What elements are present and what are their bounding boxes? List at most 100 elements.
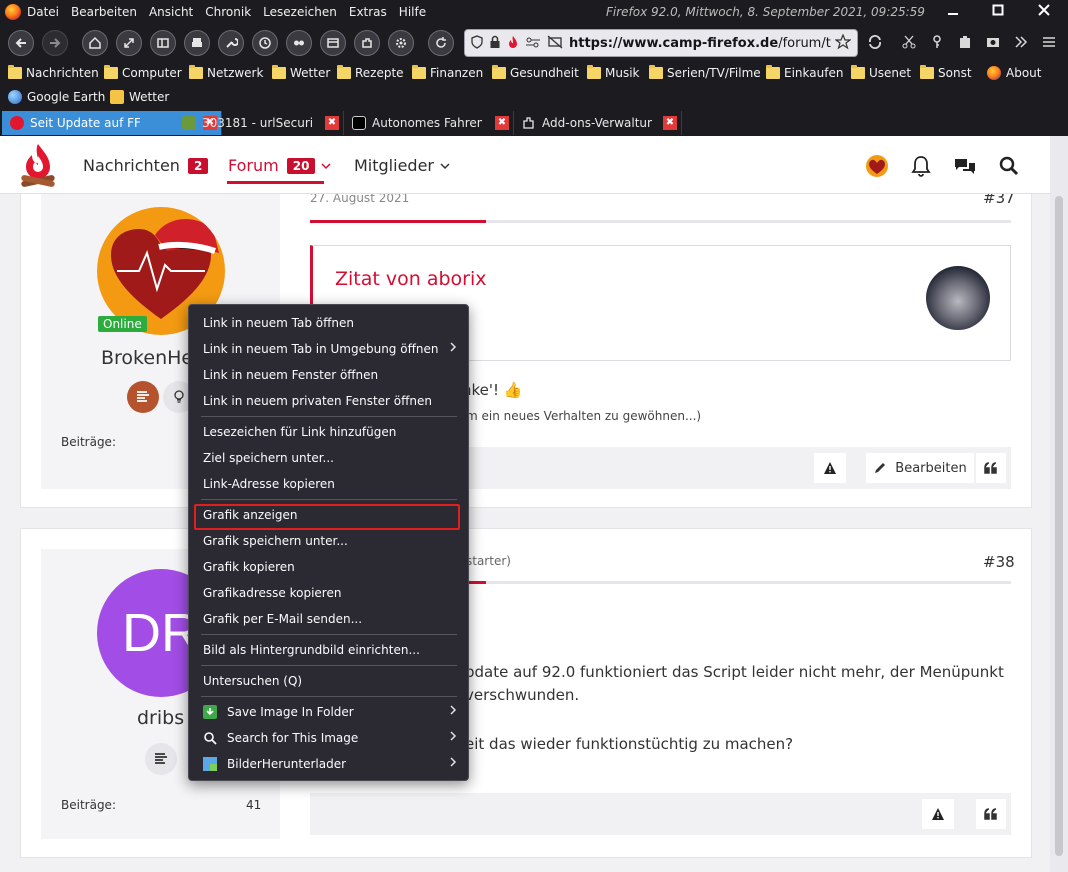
menu-datei[interactable]: Datei xyxy=(27,5,59,19)
settings-gear-icon[interactable] xyxy=(388,30,414,56)
bookmark-google-earth[interactable]: Google Earth xyxy=(8,86,105,108)
campfirefox-logo-icon[interactable] xyxy=(18,142,58,190)
user-avatar-icon[interactable] xyxy=(865,154,889,178)
report-warning-icon[interactable] xyxy=(922,799,954,829)
permissions-icon[interactable] xyxy=(525,36,541,51)
bookmark-wetter[interactable]: Wetter xyxy=(272,62,330,84)
menu-bilderherunterlader[interactable]: BilderHerunterlader xyxy=(203,754,463,774)
menu-chronik[interactable]: Chronik xyxy=(205,5,251,19)
menu-search-for-image[interactable]: Search for This Image xyxy=(203,728,463,748)
wrench-icon[interactable] xyxy=(218,30,244,56)
home-icon[interactable] xyxy=(82,30,108,56)
chevron-down-icon xyxy=(321,162,331,169)
menu-copy-image[interactable]: Grafik kopieren xyxy=(203,557,463,577)
minimize-icon[interactable] xyxy=(943,2,963,22)
bookmark-serien-tv-filme[interactable]: Serien/TV/Filme xyxy=(649,62,761,84)
overflow-chevrons-icon[interactable] xyxy=(1012,34,1030,52)
bookmark-star-icon[interactable] xyxy=(834,32,852,53)
chevron-down-icon xyxy=(440,162,450,169)
bookmark-about[interactable]: About xyxy=(987,62,1041,84)
menu-view-image[interactable]: Grafik anzeigen xyxy=(203,505,463,525)
quote-title[interactable]: Zitat von aborix xyxy=(335,268,487,290)
clipboard-icon[interactable] xyxy=(956,34,974,52)
maximize-icon[interactable] xyxy=(988,2,1008,22)
menu-open-link-new-window[interactable]: Link in neuem Fenster öffnen xyxy=(203,365,463,385)
tab-autonomes-fahren[interactable]: Autonomes Fahren: ✖ xyxy=(344,111,514,135)
menu-open-link-new-tab[interactable]: Link in neuem Tab öffnen xyxy=(203,313,463,333)
camera-blocked-icon[interactable] xyxy=(547,35,563,52)
bookmark-sonst[interactable]: Sonst xyxy=(920,62,972,84)
quote-icon[interactable] xyxy=(976,799,1006,829)
menu-open-link-private-window[interactable]: Link in neuem privaten Fenster öffnen xyxy=(203,391,463,411)
history-icon[interactable] xyxy=(252,30,278,56)
bh-addon-icon xyxy=(203,757,217,771)
tab-addons-verwaltung[interactable]: Add-ons-Verwaltung ✖ xyxy=(514,111,682,135)
menu-save-image-as[interactable]: Grafik speichern unter... xyxy=(203,531,463,551)
sidebar-icon[interactable] xyxy=(150,30,176,56)
menu-copy-image-address[interactable]: Grafikadresse kopieren xyxy=(203,583,463,603)
menu-save-image-in-folder[interactable]: Save Image In Folder xyxy=(203,702,463,722)
nav-nachrichten[interactable]: Nachrichten 2 xyxy=(83,156,209,175)
search-icon[interactable] xyxy=(997,154,1021,178)
hamburger-menu-icon[interactable] xyxy=(1040,34,1058,52)
bookmark-computer[interactable]: Computer xyxy=(104,62,182,84)
menu-ansicht[interactable]: Ansicht xyxy=(149,5,193,19)
screenshot-icon[interactable] xyxy=(984,34,1002,52)
scissors-icon[interactable] xyxy=(900,34,918,52)
menu-lesezeichen[interactable]: Lesezeichen xyxy=(263,5,337,19)
close-tab-icon[interactable]: ✖ xyxy=(325,116,339,130)
window-icon[interactable] xyxy=(320,30,346,56)
private-mask-icon[interactable] xyxy=(286,30,312,56)
close-window-icon[interactable] xyxy=(1034,2,1054,22)
bookmark-musik[interactable]: Musik xyxy=(587,62,640,84)
menu-email-image[interactable]: Grafik per E-Mail senden... xyxy=(203,609,463,629)
shield-icon[interactable] xyxy=(471,34,483,52)
menu-hilfe[interactable]: Hilfe xyxy=(399,5,426,19)
author-username[interactable]: BrokenHe xyxy=(101,347,193,369)
edit-button[interactable]: Bearbeiten xyxy=(866,453,974,483)
back-icon[interactable] xyxy=(8,30,34,56)
bookmark-netzwerk[interactable]: Netzwerk xyxy=(189,62,263,84)
posts-label: Beiträge: xyxy=(61,435,116,449)
folder-icon xyxy=(337,65,351,79)
forward-icon[interactable] xyxy=(42,30,68,56)
author-username[interactable]: dribs xyxy=(137,707,184,729)
bookmark-usenet[interactable]: Usenet xyxy=(851,62,911,84)
conversations-icon[interactable] xyxy=(953,154,977,178)
tab-urlsecurity[interactable]: 303181 - urlSecurity ✖ xyxy=(174,111,344,135)
scrollbar-thumb[interactable] xyxy=(1055,196,1063,856)
menu-set-as-background[interactable]: Bild als Hintergrundbild einrichten... xyxy=(203,640,463,660)
close-tab-icon[interactable]: ✖ xyxy=(663,116,677,130)
url-text[interactable]: https://www.camp-firefox.de/forum/them xyxy=(569,36,831,51)
menu-save-link-as[interactable]: Ziel speichern unter... xyxy=(203,448,463,468)
nav-forum[interactable]: Forum 20 xyxy=(228,156,331,175)
close-tab-icon[interactable]: ✖ xyxy=(495,116,509,130)
submenu-chevron-icon xyxy=(449,728,457,748)
key-icon[interactable] xyxy=(928,34,946,52)
bell-icon[interactable] xyxy=(909,154,933,178)
bookmark-wetter-2[interactable]: Wetter xyxy=(110,86,169,108)
menu-bearbeiten[interactable]: Bearbeiten xyxy=(71,5,137,19)
menu-inspect[interactable]: Untersuchen (Q) xyxy=(203,671,463,691)
bookmark-nachrichten[interactable]: Nachrichten xyxy=(8,62,99,84)
report-warning-icon[interactable] xyxy=(814,453,846,483)
sync-icon[interactable] xyxy=(866,34,884,52)
menu-open-link-new-tab-container[interactable]: Link in neuem Tab in Umgebung öffnen xyxy=(203,339,463,359)
menu-extras[interactable]: Extras xyxy=(349,5,387,19)
print-icon[interactable] xyxy=(184,30,210,56)
menu-bookmark-link[interactable]: Lesezeichen für Link hinzufügen xyxy=(203,422,463,442)
page-scrollbar[interactable] xyxy=(1050,136,1068,872)
bookmark-finanzen[interactable]: Finanzen xyxy=(412,62,483,84)
nav-mitglieder[interactable]: Mitglieder xyxy=(354,156,450,175)
quote-icon[interactable] xyxy=(976,453,1006,483)
bookmark-rezepte[interactable]: Rezepte xyxy=(337,62,404,84)
bookmark-einkaufen[interactable]: Einkaufen xyxy=(766,62,843,84)
post-number[interactable]: #38 xyxy=(983,553,1015,571)
menu-copy-link-address[interactable]: Link-Adresse kopieren xyxy=(203,474,463,494)
lock-icon[interactable] xyxy=(489,35,501,52)
bookmark-gesundheit[interactable]: Gesundheit xyxy=(492,62,579,84)
extensions-icon[interactable] xyxy=(354,30,380,56)
reload-icon[interactable] xyxy=(428,30,454,56)
url-bar[interactable]: https://www.camp-firefox.de/forum/them xyxy=(464,29,858,57)
fullscreen-icon[interactable] xyxy=(116,30,142,56)
